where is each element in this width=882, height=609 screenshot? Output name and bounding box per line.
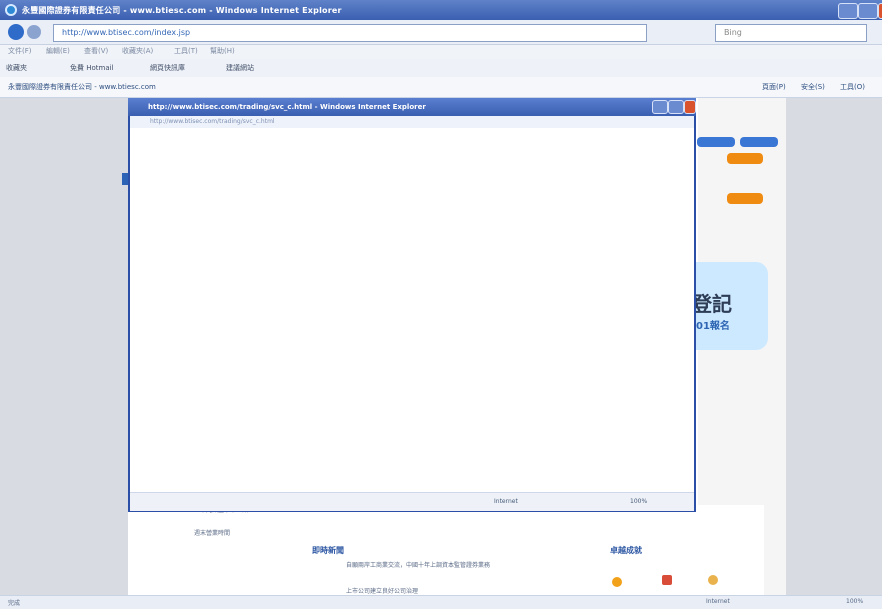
ie-logo-icon (5, 4, 17, 16)
browser-status-bar: 完成 Internet 100% (0, 595, 882, 609)
popup-address-url: http://www.btisec.com/trading/svc_c.html (150, 118, 275, 125)
toolbar-page[interactable]: 頁面(P) (762, 82, 786, 92)
back-button[interactable] (8, 24, 24, 40)
menu-file[interactable]: 文件(F) (8, 46, 32, 56)
popup-content (130, 128, 694, 492)
status-zoom[interactable]: 100% (846, 598, 863, 605)
menu-favorites[interactable]: 收藏夾(A) (122, 46, 153, 56)
popup-maximize-button[interactable] (668, 100, 684, 114)
toolbar-safety[interactable]: 安全(S) (801, 82, 825, 92)
popup-zoom[interactable]: 100% (630, 498, 647, 505)
popup-title: http://www.btisec.com/trading/svc_c.html… (148, 103, 426, 111)
close-button[interactable] (878, 3, 882, 19)
favorites-item[interactable]: 收藏夾 (6, 63, 27, 73)
popup-title-bar: http://www.btisec.com/trading/svc_c.html… (128, 98, 696, 116)
badge-icon (708, 575, 718, 585)
news-heading: 即時新聞 (312, 546, 344, 555)
tab-bar: 永豐國際證券有限責任公司 - www.btiesc.com 頁面(P) 安全(S… (0, 77, 882, 98)
top-right-button-1[interactable] (697, 137, 735, 147)
search-placeholder: Bing (724, 28, 742, 37)
popup-close-button[interactable] (684, 100, 696, 114)
search-input[interactable]: Bing (715, 24, 867, 42)
top-right-button-2[interactable] (740, 137, 778, 147)
top-right-button-4[interactable] (727, 193, 763, 204)
toolbar-tools[interactable]: 工具(O) (840, 82, 865, 92)
news-item-2[interactable]: 上市公司建立良好公司治理 (346, 586, 418, 595)
achievement-heading: 卓越成就 (610, 546, 642, 555)
promo-sub-text: 01報名 (696, 321, 730, 332)
minimize-button[interactable] (838, 3, 858, 19)
menu-tools[interactable]: 工具(T) (174, 46, 198, 56)
forward-button[interactable] (27, 25, 41, 39)
badge-icon (662, 575, 672, 585)
favorites-item[interactable]: 免費 Hotmail (70, 63, 114, 73)
maximize-button[interactable] (858, 3, 878, 19)
news-item-1[interactable]: 自願兩岸工商業交流，中國十年上調資本監管證券業務 (346, 560, 490, 569)
favorites-item[interactable]: 建議網站 (226, 63, 254, 73)
lower-left-text-2: 週末營業時間 (194, 530, 231, 537)
promo-main-text: 登記 (692, 292, 732, 316)
active-tab[interactable]: 永豐國際證券有限責任公司 - www.btiesc.com (8, 82, 156, 92)
lower-middle-panel (310, 500, 590, 595)
browser-title-bar: 永豐國際證券有限責任公司 - www.btiesc.com - Windows … (0, 0, 882, 20)
badge-icon (612, 577, 622, 587)
popup-minimize-button[interactable] (652, 100, 668, 114)
status-zone: Internet (706, 598, 730, 605)
top-right-button-3[interactable] (727, 153, 763, 164)
favorites-item[interactable]: 網頁快訊庫 (150, 63, 185, 73)
menu-view[interactable]: 查看(V) (84, 46, 108, 56)
address-bar-area: http://www.btisec.com/index.jsp Bing (0, 20, 882, 45)
popup-status-bar: Internet 100% (130, 492, 694, 511)
menu-bar: 文件(F) 編輯(E) 查看(V) 收藏夾(A) 工具(T) 幫助(H) (0, 45, 882, 59)
address-url: http://www.btisec.com/index.jsp (62, 28, 191, 37)
window-title: 永豐國際證券有限責任公司 - www.btiesc.com - Windows … (22, 6, 342, 15)
popup-status-zone: Internet (494, 498, 518, 505)
status-text: 完成 (8, 600, 21, 607)
menu-help[interactable]: 幫助(H) (210, 46, 235, 56)
favorites-bar: 收藏夾 免費 Hotmail 網頁快訊庫 建議網站 (0, 59, 882, 78)
address-input[interactable]: http://www.btisec.com/index.jsp (53, 24, 647, 42)
menu-edit[interactable]: 編輯(E) (46, 46, 70, 56)
